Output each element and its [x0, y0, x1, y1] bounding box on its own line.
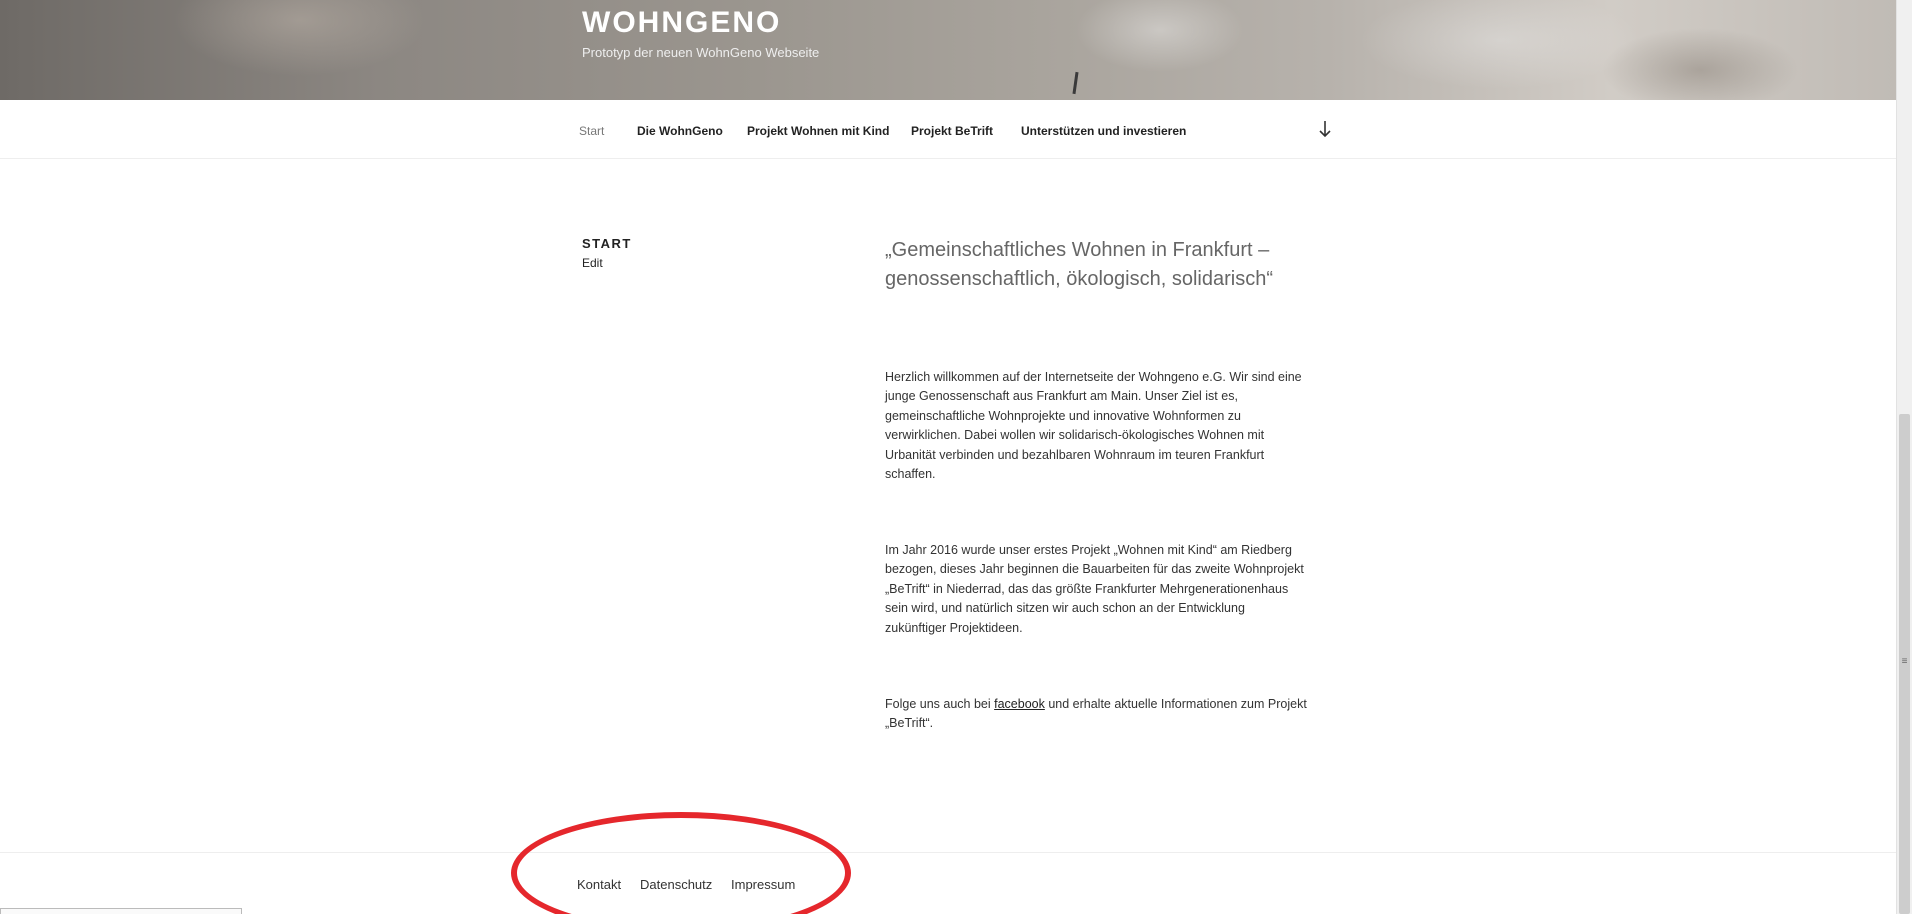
bottom-input-box[interactable] [0, 908, 242, 914]
social-paragraph: Folge uns auch bei facebook und erhalte … [885, 695, 1309, 734]
site-description: Prototyp der neuen WohnGeno Webseite [582, 45, 820, 60]
edit-link[interactable]: Edit [582, 256, 603, 270]
nav-item-projekt-betrift[interactable]: Projekt BeTrift [911, 124, 993, 138]
projects-paragraph: Im Jahr 2016 wurde unser erstes Projekt … [885, 543, 1304, 635]
footer-link-impressum[interactable]: Impressum [731, 877, 795, 892]
footer-link-datenschutz[interactable]: Datenschutz [640, 877, 712, 892]
nav-item-unterstuetzen-und-investieren[interactable]: Unterstützen und investieren [1021, 124, 1186, 138]
arrow-down-icon[interactable] [1316, 118, 1334, 140]
red-annotation-ellipse [511, 812, 851, 914]
page: WOHNGENO Prototyp der neuen WohnGeno Web… [0, 0, 1912, 914]
footer-link-kontakt[interactable]: Kontakt [577, 877, 621, 892]
page-title: START [582, 236, 632, 251]
social-text-before: Folge uns auch bei [885, 697, 995, 711]
nav-item-die-wohngeno[interactable]: Die WohnGeno [637, 124, 723, 138]
header-image [0, 0, 1896, 100]
scrollbar-grip-icon: ≡ [1901, 656, 1908, 667]
intro-paragraph: Herzlich willkommen auf der Internetseit… [885, 370, 1302, 482]
nav-item-projekt-wohnen-mit-kind[interactable]: Projekt Wohnen mit Kind [747, 124, 889, 138]
lead-quote: „Gemeinschaftliches Wohnen in Frankfurt … [885, 239, 1273, 290]
facebook-link[interactable]: facebook [994, 697, 1045, 711]
site-title[interactable]: WOHNGENO [582, 6, 781, 40]
nav-item-start[interactable]: Start [579, 124, 604, 138]
footer-divider [0, 852, 1896, 853]
